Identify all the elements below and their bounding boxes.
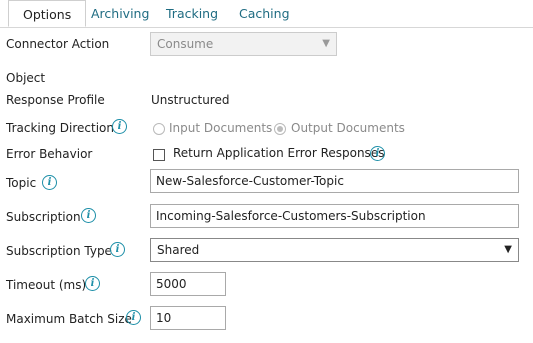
tab-options[interactable]: Options: [8, 0, 87, 27]
subscription-type-select[interactable]: Shared ▼: [150, 238, 519, 262]
subscription-input[interactable]: Incoming-Salesforce-Customers-Subscripti…: [150, 204, 519, 228]
tracking-direction-label: Tracking Direction: [6, 121, 114, 135]
subscription-type-value: Shared: [157, 243, 200, 257]
connector-action-select: Consume ▼: [150, 32, 337, 56]
info-icon[interactable]: i: [110, 242, 125, 257]
topic-label: Topic: [6, 176, 37, 190]
timeout-input[interactable]: 5000: [150, 272, 226, 296]
tab-caching[interactable]: Caching: [239, 0, 290, 27]
max-batch-size-label: Maximum Batch Size: [6, 312, 132, 326]
response-profile-label: Response Profile: [6, 93, 105, 107]
info-icon[interactable]: i: [81, 208, 96, 223]
output-documents-label: Output Documents: [291, 121, 405, 135]
return-app-errors-label: Return Application Error Responses: [173, 146, 385, 160]
subscription-type-label: Subscription Type: [6, 244, 112, 258]
info-icon[interactable]: i: [85, 276, 100, 291]
connector-action-label: Connector Action: [6, 37, 110, 51]
output-documents-radio[interactable]: [274, 123, 286, 135]
input-documents-radio[interactable]: [153, 123, 165, 135]
info-icon[interactable]: i: [126, 310, 141, 325]
info-icon[interactable]: i: [370, 146, 385, 161]
return-app-errors-checkbox[interactable]: [153, 149, 165, 161]
chevron-down-icon: ▼: [504, 244, 512, 255]
info-icon[interactable]: i: [42, 175, 57, 190]
input-documents-label: Input Documents: [169, 121, 273, 135]
subscription-label: Subscription: [6, 210, 81, 224]
max-batch-size-input[interactable]: 10: [150, 306, 226, 330]
timeout-label: Timeout (ms): [6, 278, 87, 292]
error-behavior-label: Error Behavior: [6, 147, 93, 161]
tab-archiving[interactable]: Archiving: [91, 0, 149, 27]
tab-bar: Options Archiving Tracking Caching: [0, 0, 533, 28]
tab-tracking[interactable]: Tracking: [166, 0, 218, 27]
connector-action-value: Consume: [157, 37, 214, 51]
topic-input[interactable]: New-Salesforce-Customer-Topic: [150, 169, 519, 193]
object-label: Object: [6, 71, 46, 85]
response-profile-value: Unstructured: [151, 93, 230, 107]
info-icon[interactable]: i: [112, 119, 127, 134]
chevron-down-icon: ▼: [322, 38, 330, 49]
